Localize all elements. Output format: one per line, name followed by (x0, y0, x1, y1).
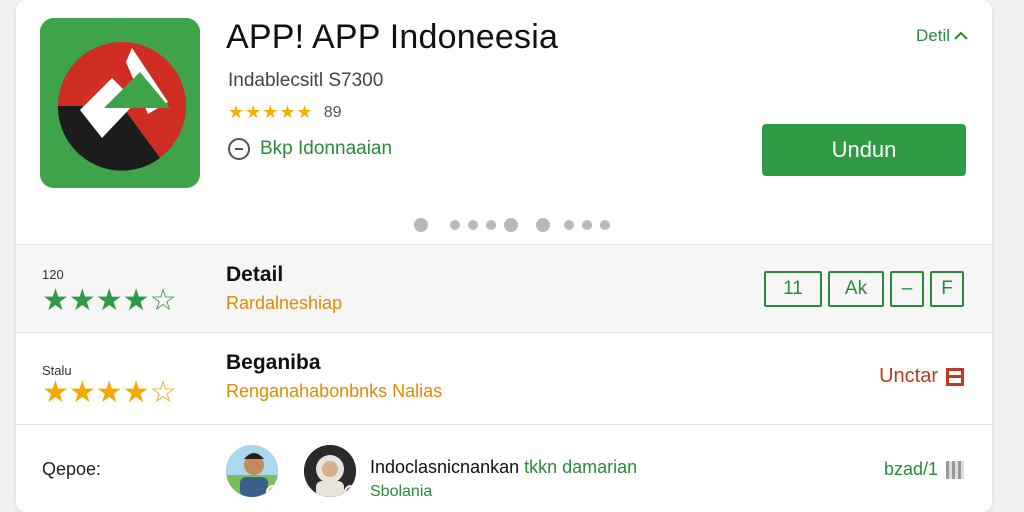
tag-box[interactable]: – (890, 271, 924, 307)
detail-toggle-label: Detil (915, 26, 950, 45)
rating-section: Stalu ★★★★☆ Beganiba Renganahabonbnks Na… (16, 332, 992, 424)
review-label: Qepoe: (42, 459, 102, 479)
pager-dot[interactable] (600, 220, 610, 230)
report-label: Unctar (879, 365, 938, 387)
pager-dot[interactable] (564, 220, 574, 230)
screenshot-pager[interactable] (414, 218, 610, 232)
pager-dot[interactable] (450, 220, 460, 230)
qr-code-icon (946, 460, 964, 479)
pager-dot[interactable] (582, 220, 592, 230)
app-title: APP! APP Indoneesia (226, 18, 559, 56)
review-text-highlight: tkkn damarian (524, 457, 638, 477)
pager-dot[interactable] (414, 218, 428, 232)
rating-row: ★★★★★ 89 (228, 102, 341, 123)
developer-icon (228, 138, 250, 160)
review-section: Qepoe: Indoclasnicnankan tkkn damarian S… (16, 424, 992, 512)
rating-section-stars: ★★★★☆ (42, 376, 177, 409)
detail-stars: ★★★★☆ (42, 284, 177, 317)
detail-toggle[interactable]: Detil (916, 26, 968, 46)
chevron-up-icon (954, 31, 968, 40)
review-subtext: Sbolania (370, 483, 433, 500)
app-subtitle: Indablecsitl S7300 (228, 70, 384, 91)
install-button[interactable]: Undun (762, 124, 966, 176)
pager-dot[interactable] (468, 220, 478, 230)
qr-label: bzad/1 (883, 459, 938, 479)
detail-title: Detail (226, 263, 284, 286)
pager-dot[interactable] (486, 220, 496, 230)
flag-icon (946, 367, 964, 386)
report-button[interactable]: Unctar (879, 365, 964, 388)
tag-box[interactable]: 11 (764, 271, 822, 307)
avatar[interactable] (226, 445, 278, 497)
badge-icon (344, 485, 356, 497)
qr-link[interactable]: bzad/1 (884, 459, 964, 480)
tag-box[interactable]: Ak (828, 271, 884, 307)
detail-small-label: 120 (42, 267, 64, 282)
badge-icon (266, 485, 278, 497)
review-text: Indoclasnicnankan tkkn damarian (370, 457, 637, 478)
developer-link[interactable]: Bkp Idonnaaian (260, 138, 392, 160)
rating-section-title: Beganiba (226, 351, 321, 374)
review-text-main: Indoclasnicnankan (370, 457, 520, 477)
pager-dot[interactable] (536, 218, 550, 232)
rating-count: 89 (323, 103, 342, 121)
app-card: APP! APP Indoneesia Indablecsitl S7300 ★… (16, 0, 992, 512)
developer-row[interactable]: Bkp Idonnaaian (228, 138, 392, 160)
app-icon (40, 18, 200, 188)
rating-section-subtitle: Renganahabonbnks Nalias (226, 381, 443, 401)
detail-section: 120 ★★★★☆ Detail Rardalneshiap 11 Ak – F (16, 244, 992, 332)
rating-stars: ★★★★★ (228, 102, 314, 122)
avatar[interactable] (304, 445, 356, 497)
detail-subtitle: Rardalneshiap (226, 293, 343, 313)
pager-dot[interactable] (504, 218, 518, 232)
tag-box[interactable]: F (930, 271, 964, 307)
